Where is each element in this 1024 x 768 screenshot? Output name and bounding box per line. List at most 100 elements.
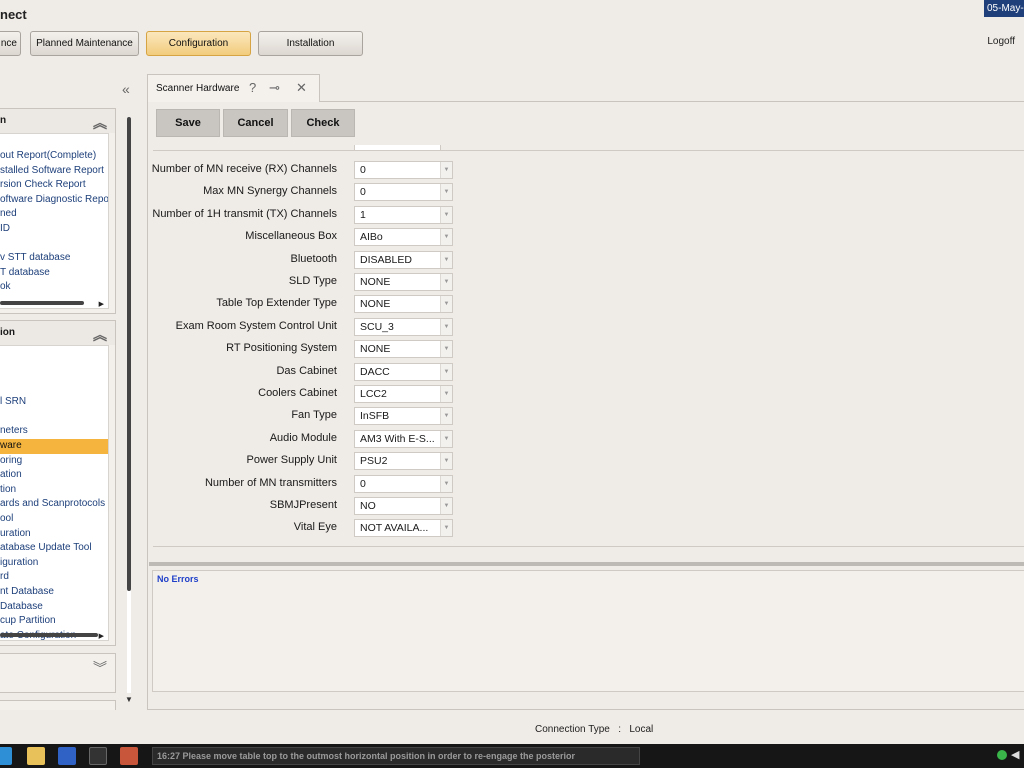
list-item[interactable]: oftware Diagnostic Repo <box>0 193 108 208</box>
sidebar-vertical-scrollbar[interactable]: ▼ <box>125 101 133 704</box>
terminal-icon[interactable] <box>89 747 107 765</box>
dropdown-arrow-icon[interactable]: ▼ <box>440 274 452 290</box>
list-item[interactable]: ation <box>0 468 108 483</box>
dropdown-arrow-icon[interactable]: ▼ <box>440 386 452 402</box>
field-select[interactable]: InSFB ▼ <box>354 407 453 426</box>
sidebar-panel-collapsed[interactable] <box>0 700 116 710</box>
list-item[interactable]: l SRN <box>0 395 108 410</box>
status-ok-icon[interactable] <box>997 750 1007 760</box>
list-item[interactable]: ool <box>0 512 108 527</box>
dropdown-arrow-icon[interactable]: ▼ <box>440 206 452 223</box>
dropdown-arrow-icon[interactable]: ▼ <box>440 520 452 537</box>
nav-planned-maintenance-button[interactable]: Planned Maintenance <box>30 31 139 56</box>
field-select[interactable]: SCU_3 ▼ <box>354 317 453 336</box>
panel-splitter[interactable] <box>149 562 1024 566</box>
field-select[interactable]: PSU2 ▼ <box>354 452 453 471</box>
save-button[interactable]: Save <box>156 109 220 137</box>
dropdown-arrow-icon[interactable]: ▼ <box>440 430 452 447</box>
field-select[interactable]: NONE ▼ <box>354 295 453 314</box>
list-item[interactable]: iguration <box>0 556 108 571</box>
sidebar-panel-collapsed[interactable]: ︾ <box>0 653 116 693</box>
dropdown-arrow-icon[interactable]: ▼ <box>440 162 452 178</box>
field-select[interactable]: NOT AVAILA... ▼ <box>354 519 453 538</box>
horizontal-scrollbar[interactable] <box>0 633 98 637</box>
field-select[interactable]: AM3 With E-S... ▼ <box>354 429 453 448</box>
list-item[interactable]: rsion Check Report <box>0 178 108 193</box>
list-item[interactable] <box>0 237 108 252</box>
dropdown-arrow-icon[interactable]: ▼ <box>440 453 452 470</box>
field-select[interactable]: AIBo ▼ <box>354 228 453 247</box>
folder-icon[interactable] <box>27 747 45 765</box>
field-select[interactable]: NONE ▼ <box>354 273 453 291</box>
list-item[interactable] <box>0 381 108 396</box>
chevron-up-icon[interactable]: ︽ <box>93 111 107 135</box>
list-item[interactable]: stalled Software Report <box>0 164 108 179</box>
scroll-right-icon[interactable]: ▶ <box>99 300 104 308</box>
list-item[interactable] <box>0 410 108 425</box>
dropdown-arrow-icon[interactable]: ▼ <box>440 498 452 514</box>
dropdown-arrow-icon[interactable]: ▼ <box>440 363 452 380</box>
check-button[interactable]: Check <box>291 109 355 137</box>
panel-header[interactable]: ion ︽ <box>0 321 115 345</box>
list-item-selected[interactable]: ware <box>0 438 108 454</box>
form-row: Coolers Cabinet LCC2 ▼ <box>153 385 453 403</box>
panel-header[interactable]: n ︽ <box>0 109 115 133</box>
list-item[interactable]: atabase Update Tool <box>0 541 108 556</box>
list-item[interactable]: tion <box>0 483 108 498</box>
list-item[interactable]: v STT database <box>0 251 108 266</box>
list-item[interactable]: uration <box>0 527 108 542</box>
dropdown-arrow-icon[interactable]: ▼ <box>440 318 452 335</box>
cancel-button[interactable]: Cancel <box>223 109 288 137</box>
dropdown-arrow-icon[interactable]: ▼ <box>440 341 452 358</box>
list-item[interactable]: ned <box>0 207 108 222</box>
form-select-partial[interactable] <box>354 145 441 151</box>
list-item[interactable]: Database <box>0 600 108 615</box>
start-icon[interactable] <box>0 747 12 765</box>
field-select[interactable]: LCC2 ▼ <box>354 385 453 403</box>
field-select[interactable]: DISABLED ▼ <box>354 250 453 269</box>
field-select[interactable]: 0 ▼ <box>354 161 453 179</box>
dropdown-arrow-icon[interactable]: ▼ <box>440 251 452 268</box>
dropdown-arrow-icon[interactable]: ▼ <box>440 184 452 201</box>
field-value: AIBo <box>360 231 383 244</box>
field-select[interactable]: NO ▼ <box>354 497 453 515</box>
field-select[interactable]: 1 ▼ <box>354 205 453 224</box>
dropdown-arrow-icon[interactable]: ▼ <box>440 296 452 313</box>
help-icon[interactable]: ? <box>249 80 256 95</box>
dropdown-arrow-icon[interactable]: ▼ <box>440 475 452 492</box>
logoff-link[interactable]: Logoff <box>987 36 1015 47</box>
field-select[interactable]: DACC ▼ <box>354 362 453 381</box>
list-item[interactable]: T database <box>0 266 108 281</box>
app-icon[interactable] <box>58 747 76 765</box>
nav-performance-button[interactable]: nce <box>0 31 21 56</box>
chevron-up-icon[interactable]: ︽ <box>93 323 107 347</box>
list-item[interactable]: ID <box>0 222 108 237</box>
list-item[interactable]: cup Partition <box>0 614 108 629</box>
field-select[interactable]: 0 ▼ <box>354 183 453 202</box>
tab-scanner-hardware[interactable]: Scanner Hardware ? ⊸ ✕ <box>147 74 320 102</box>
list-item[interactable]: out Report(Complete) <box>0 149 108 164</box>
dropdown-arrow-icon[interactable]: ▼ <box>440 229 452 246</box>
scroll-right-icon[interactable]: ▶ <box>99 632 104 640</box>
dropdown-arrow-icon[interactable]: ▼ <box>440 408 452 425</box>
chevron-down-icon[interactable]: ︾ <box>93 658 107 678</box>
list-item[interactable]: ards and Scanprotocols <box>0 497 108 512</box>
field-select[interactable]: NONE ▼ <box>354 340 453 359</box>
list-item[interactable] <box>0 366 108 381</box>
horizontal-scrollbar[interactable] <box>0 301 84 305</box>
list-item[interactable]: oring <box>0 454 108 469</box>
scroll-down-icon[interactable]: ▼ <box>125 695 133 704</box>
list-item[interactable]: ok <box>0 280 108 295</box>
list-item[interactable]: neters <box>0 424 108 439</box>
nav-installation-button[interactable]: Installation <box>258 31 363 56</box>
field-select[interactable]: 0 ▼ <box>354 474 453 493</box>
volume-icon[interactable]: ◀ <box>1011 748 1019 761</box>
list-item[interactable]: rd <box>0 570 108 585</box>
close-icon[interactable]: ✕ <box>296 80 307 96</box>
nav-configuration-button[interactable]: Configuration <box>146 31 251 56</box>
list-item[interactable]: nt Database <box>0 585 108 600</box>
scrollbar-thumb[interactable] <box>127 117 131 591</box>
pin-icon[interactable]: ⊸ <box>269 80 280 96</box>
collapse-sidebar-icon[interactable]: « <box>122 81 130 97</box>
tool-icon[interactable] <box>120 747 138 765</box>
